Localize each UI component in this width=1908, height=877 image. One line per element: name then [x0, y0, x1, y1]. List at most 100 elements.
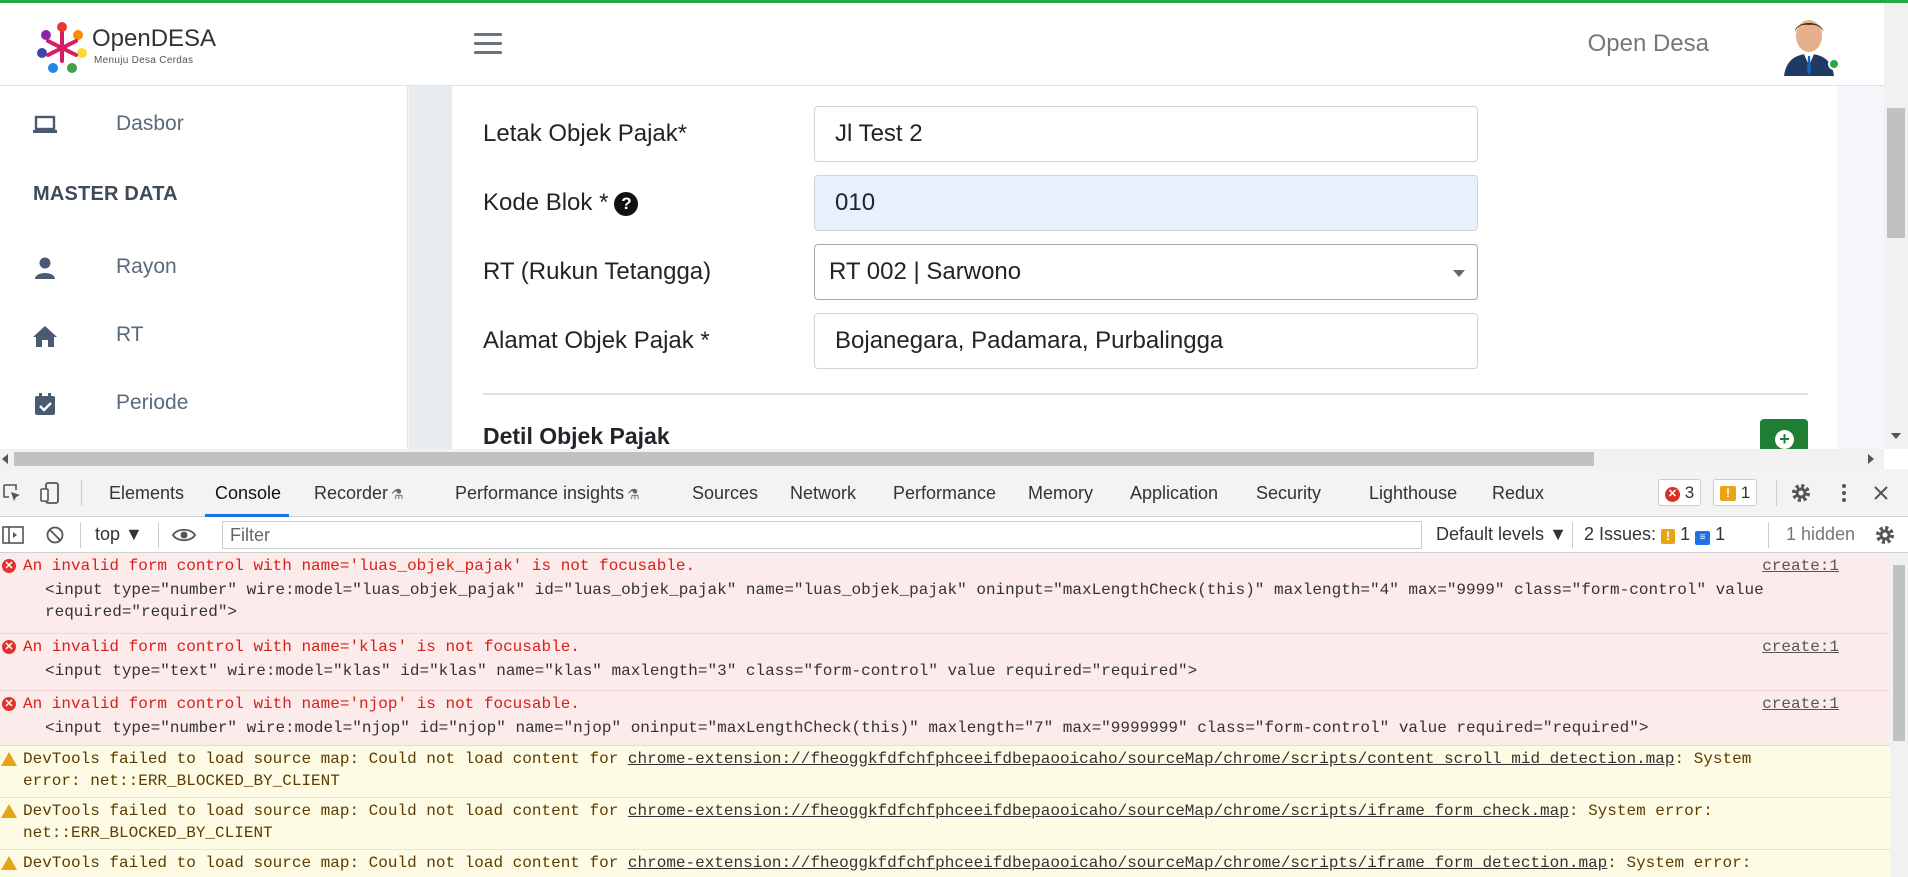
separator [81, 480, 82, 506]
tab-elements[interactable]: Elements [109, 483, 184, 504]
warning-icon [1, 804, 17, 818]
error-count-badge[interactable]: ✕ 3 [1658, 479, 1702, 506]
sidebar-item-dasbor[interactable]: Dasbor [0, 100, 408, 150]
sidebar-item-periode[interactable]: Periode [0, 379, 408, 429]
source-link[interactable]: create:1 [1762, 557, 1839, 575]
warning-suffix: : System error: [1607, 854, 1752, 872]
console-error-message[interactable]: ✕ An invalid form control with name='lua… [0, 553, 1890, 634]
separator [1776, 480, 1777, 506]
dropdown-triangle-icon: ▼ [1549, 524, 1567, 544]
tab-application[interactable]: Application [1130, 483, 1218, 504]
tab-lighthouse[interactable]: Lighthouse [1369, 483, 1457, 504]
devtools-tab-bar: Elements Console Recorder ⚗ Performance i… [0, 469, 1908, 517]
scroll-right-arrow-icon[interactable] [1868, 454, 1874, 464]
kode-blok-input[interactable]: 010 [814, 175, 1478, 231]
plus-circle-icon: + [1775, 430, 1794, 449]
source-link[interactable]: create:1 [1762, 638, 1839, 656]
tab-redux[interactable]: Redux [1492, 483, 1544, 504]
logo-title: OpenDESA [92, 25, 217, 52]
show-sidebar-icon[interactable] [2, 525, 24, 545]
sidebar-item-rayon[interactable]: Rayon [0, 243, 408, 293]
experiment-flask-icon: ⚗ [391, 486, 404, 502]
source-map-link[interactable]: chrome-extension://fheoggkfdfchfphceeifd… [628, 802, 1569, 820]
clear-console-icon[interactable] [45, 525, 65, 545]
error-icon: ✕ [2, 559, 16, 573]
sidebar-item-label: Rayon [116, 255, 177, 278]
experiment-flask-icon: ⚗ [627, 486, 640, 502]
warning-icon: ! [1661, 529, 1676, 544]
scrollbar-thumb[interactable] [14, 452, 1594, 466]
live-expression-eye-icon[interactable] [172, 527, 196, 543]
help-icon[interactable]: ? [614, 191, 639, 216]
page-viewport: OpenDESA Menuju Desa Cerdas Open Desa Da… [0, 0, 1908, 449]
opendesa-logo-mark [37, 22, 87, 73]
scrollbar-thumb[interactable] [1887, 108, 1905, 238]
add-detail-button[interactable]: + [1760, 419, 1808, 449]
kode-blok-label-text: Kode Blok * [483, 189, 609, 216]
tab-memory[interactable]: Memory [1028, 483, 1093, 504]
scroll-down-arrow-icon[interactable] [1891, 433, 1901, 439]
console-warning-message[interactable]: DevTools failed to load source map: Coul… [0, 798, 1890, 850]
user-icon [35, 257, 55, 279]
user-name[interactable]: Open Desa [1588, 30, 1709, 58]
device-toolbar-icon[interactable] [40, 481, 64, 505]
tab-network[interactable]: Network [790, 483, 856, 504]
hidden-messages-count: 1 hidden [1786, 524, 1856, 544]
error-detail: <input type="number" wire:model="luas_ob… [45, 581, 1764, 599]
close-devtools-icon[interactable] [1871, 483, 1891, 503]
tab-performance-insights[interactable]: Performance insights ⚗ [455, 483, 640, 504]
alamat-objek-pajak-input[interactable]: Bojanegara, Padamara, Purbalingga [814, 313, 1478, 369]
console-error-message[interactable]: ✕ An invalid form control with name='njo… [0, 691, 1890, 746]
console-warning-message[interactable]: DevTools failed to load source map: Coul… [0, 850, 1890, 877]
opendesa-logo[interactable]: OpenDESA Menuju Desa Cerdas [36, 17, 216, 77]
issues-label: 2 Issues: [1584, 524, 1657, 544]
form-row-rt: RT (Rukun Tetangga) RT 002 | Sarwono [483, 244, 1483, 300]
scrollbar-thumb[interactable] [1893, 565, 1905, 741]
warning-text: DevTools failed to load source map: Coul… [23, 750, 1751, 768]
tab-console[interactable]: Console [215, 483, 281, 504]
sidebar-item-rt[interactable]: RT [0, 311, 408, 361]
calendar-check-icon [35, 393, 55, 415]
log-levels-dropdown[interactable]: Default levels ▼ [1436, 524, 1567, 545]
console-error-message[interactable]: ✕ An invalid form control with name='kla… [0, 634, 1890, 691]
log-levels-value: Default levels [1436, 524, 1545, 544]
error-count: 3 [1684, 483, 1695, 502]
source-map-link[interactable]: chrome-extension://fheoggkfdfchfphceeifd… [628, 854, 1607, 872]
warning-detail: error: net::ERR_BLOCKED_BY_CLIENT [23, 772, 340, 790]
tab-sources[interactable]: Sources [692, 483, 758, 504]
page-vertical-scrollbar[interactable] [1884, 3, 1908, 449]
issues-button[interactable]: 2 Issues: ! 1 ≡ 1 [1584, 524, 1725, 545]
console-scrollbar[interactable] [1890, 553, 1908, 877]
sidebar-item-label: RT [116, 323, 144, 346]
tab-security[interactable]: Security [1256, 483, 1321, 504]
page-horizontal-scrollbar[interactable] [0, 449, 1884, 469]
console-settings-gear-icon[interactable] [1873, 523, 1897, 547]
source-map-link[interactable]: chrome-extension://fheoggkfdfchfphceeifd… [628, 750, 1675, 768]
scroll-left-arrow-icon[interactable] [2, 454, 8, 464]
console-filter-input[interactable]: Filter [222, 521, 1422, 549]
warning-prefix: DevTools failed to load source map: Coul… [23, 854, 628, 872]
separator [158, 522, 159, 548]
more-options-kebab-icon[interactable] [1832, 481, 1856, 505]
source-link[interactable]: create:1 [1762, 695, 1839, 713]
warning-count-badge[interactable]: ! 1 [1713, 479, 1758, 506]
inspect-element-icon[interactable] [2, 483, 22, 503]
context-value: top [95, 524, 121, 544]
tab-performance-insights-label: Performance insights [455, 483, 625, 503]
sidebar-toggle-hamburger-icon[interactable] [474, 33, 502, 55]
tab-performance[interactable]: Performance [893, 483, 996, 504]
tab-recorder[interactable]: Recorder ⚗ [314, 483, 404, 504]
content-gutter [409, 86, 452, 449]
sidebar-item-label: Periode [116, 391, 189, 414]
logo-subtitle: Menuju Desa Cerdas [94, 55, 194, 66]
context-selector[interactable]: top ▼ [95, 524, 143, 545]
settings-gear-icon[interactable] [1789, 481, 1813, 505]
home-icon [33, 326, 57, 347]
console-warning-message[interactable]: DevTools failed to load source map: Coul… [0, 746, 1890, 798]
warning-icon [1, 752, 17, 766]
letak-objek-pajak-input[interactable]: Jl Test 2 [814, 106, 1478, 162]
separator [1768, 522, 1769, 548]
warning-text: DevTools failed to load source map: Coul… [23, 802, 1713, 820]
error-detail: <input type="text" wire:model="klas" id=… [45, 662, 1198, 680]
rt-select[interactable]: RT 002 | Sarwono [814, 244, 1478, 300]
